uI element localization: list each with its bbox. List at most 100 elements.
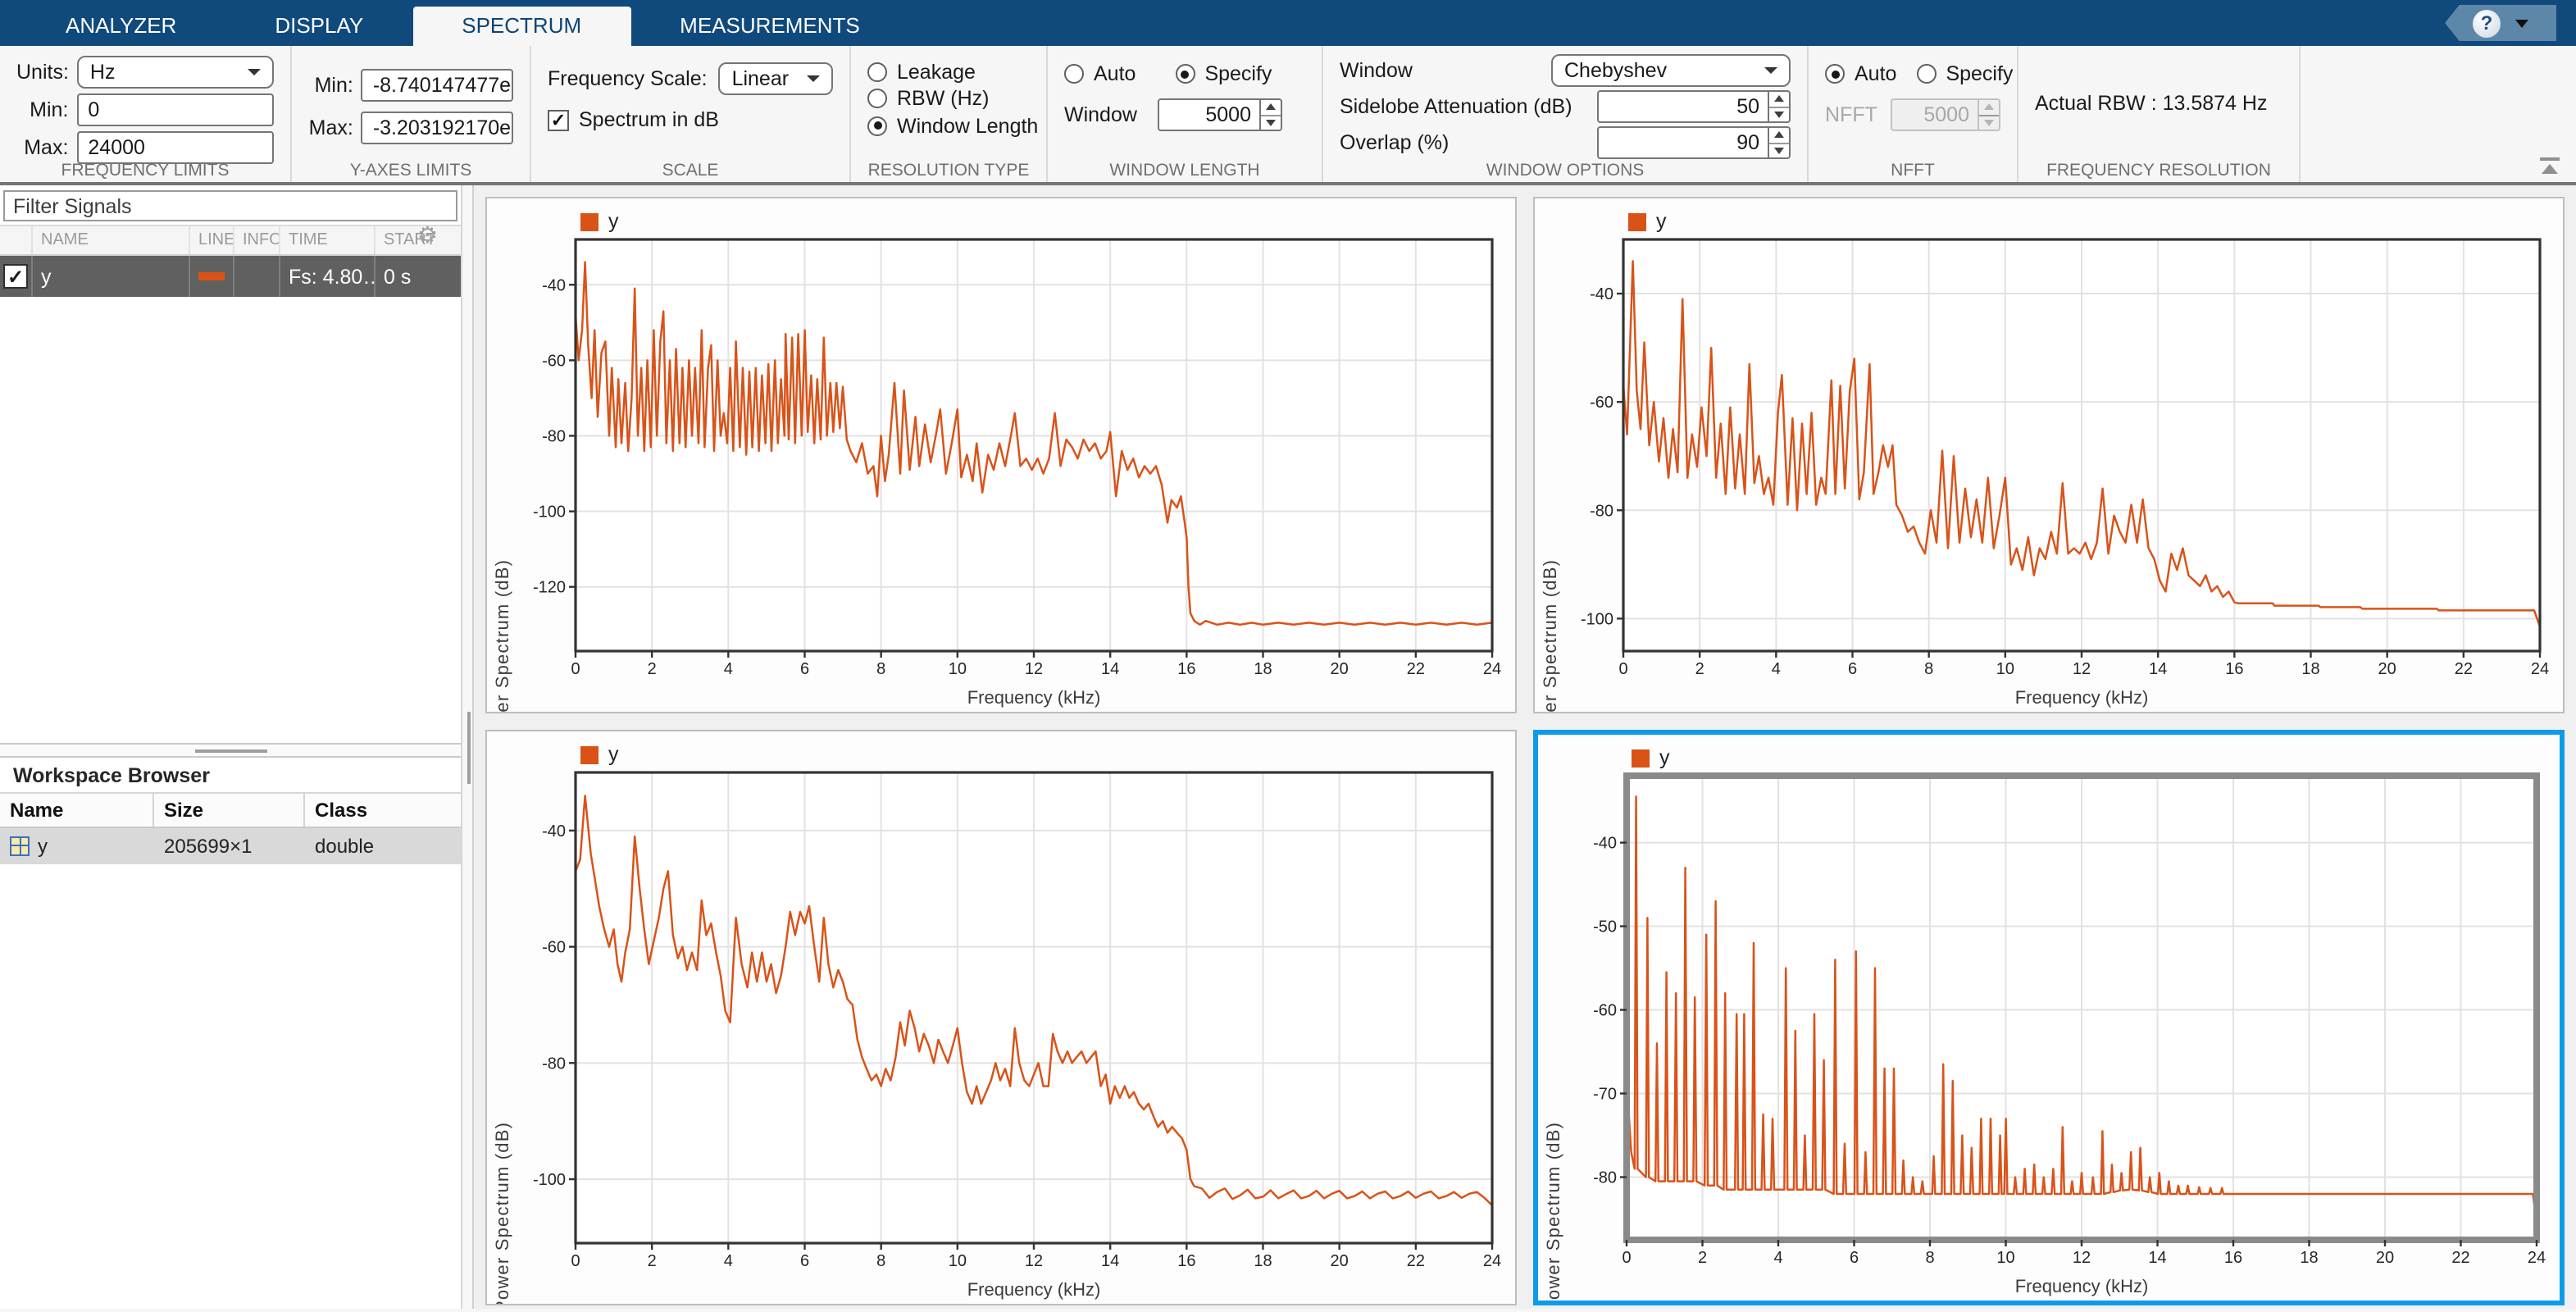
signal-list-empty-area xyxy=(0,297,461,742)
svg-text:22: 22 xyxy=(2451,1249,2469,1267)
legend-label: y xyxy=(1656,210,1667,233)
workspace-col-class[interactable]: Class xyxy=(305,793,457,826)
horizontal-splitter[interactable] xyxy=(0,742,461,757)
nfft-specify-radio[interactable] xyxy=(1916,64,1936,84)
spectrum-plot-1[interactable]: y Power Spectrum (dB) 024681012141618202… xyxy=(485,197,1517,713)
rbw-radio[interactable] xyxy=(867,89,887,108)
svg-text:-40: -40 xyxy=(542,276,566,294)
workspace-col-name[interactable]: Name xyxy=(0,793,154,826)
plot-canvas[interactable]: 024681012141618202224-120-100-80-60-40 xyxy=(526,231,1507,686)
nfft-value-label: NFFT xyxy=(1825,103,1883,126)
chevron-down-icon xyxy=(807,75,820,82)
x-axis-label: Frequency (kHz) xyxy=(576,1281,1492,1301)
spin-up-icon[interactable] xyxy=(1261,100,1281,114)
window-specify-radio[interactable] xyxy=(1175,64,1195,84)
chevron-down-icon[interactable] xyxy=(2515,19,2528,27)
overlap-value[interactable]: 90 xyxy=(1597,126,1769,159)
legend[interactable]: y xyxy=(1628,210,1667,233)
spin-down-icon[interactable] xyxy=(1769,106,1789,121)
window-auto-radio[interactable] xyxy=(1064,64,1084,84)
svg-text:14: 14 xyxy=(1101,660,1119,678)
overlap-label: Overlap (%) xyxy=(1340,131,1449,154)
tab-spectrum[interactable]: SPECTRUM xyxy=(412,7,630,46)
section-window-options: Window Chebyshev Sidelobe Attenuation (d… xyxy=(1323,46,1809,182)
units-dropdown[interactable]: Hz xyxy=(77,56,274,89)
y-min-field[interactable]: -8.740147477e+1 xyxy=(362,69,513,102)
signal-col-line[interactable]: LINE xyxy=(190,226,234,254)
spectrum-plot-2[interactable]: y Power Spectrum (dB) 024681012141618202… xyxy=(1533,197,2565,713)
signal-col-check xyxy=(0,226,33,254)
nfft-specify-label: Specify xyxy=(1946,62,2013,85)
sidelobe-value[interactable]: 50 xyxy=(1597,90,1769,123)
svg-text:24: 24 xyxy=(1483,660,1501,678)
spin-down-icon[interactable] xyxy=(1261,114,1281,130)
window-length-radio[interactable] xyxy=(867,116,887,135)
signal-col-name[interactable]: NAME xyxy=(33,226,190,254)
freq-max-label: Max: xyxy=(16,136,68,159)
table-row[interactable]: ✓ y Fs: 4.80… 0 s xyxy=(0,256,461,297)
y-max-field[interactable]: -3.203192170e+1 xyxy=(362,112,513,144)
plot-canvas[interactable]: 024681012141618202224-100-80-60-40 xyxy=(526,764,1507,1278)
spin-up-icon[interactable] xyxy=(1769,92,1789,106)
vertical-splitter[interactable] xyxy=(461,185,474,1309)
legend-swatch xyxy=(580,212,598,230)
spin-down-icon[interactable] xyxy=(1769,142,1789,157)
legend-label: y xyxy=(608,210,619,233)
units-label: Units: xyxy=(16,61,69,84)
frequency-scale-label: Frequency Scale: xyxy=(548,67,708,90)
svg-text:20: 20 xyxy=(1331,660,1349,678)
svg-text:18: 18 xyxy=(2301,660,2319,678)
nfft-auto-label: Auto xyxy=(1855,62,1896,85)
x-axis-label: Frequency (kHz) xyxy=(1623,689,2540,708)
window-length-spinner[interactable]: 5000 xyxy=(1158,98,1282,131)
legend[interactable]: y xyxy=(580,743,619,766)
collapse-toolstrip-button[interactable] xyxy=(2540,157,2560,174)
tab-display[interactable]: DISPLAY xyxy=(225,7,412,46)
svg-text:8: 8 xyxy=(876,1252,885,1270)
spectrum-in-db-checkbox[interactable]: ✓ xyxy=(548,109,569,130)
svg-text:8: 8 xyxy=(1924,660,1933,678)
plot-canvas[interactable]: 024681012141618202224-80-70-60-50-40 xyxy=(1577,768,2551,1274)
sidelobe-spinner[interactable]: 50 xyxy=(1597,90,1791,123)
window-type-dropdown[interactable]: Chebyshev xyxy=(1551,54,1791,87)
svg-text:24: 24 xyxy=(1483,1252,1501,1270)
tab-analyzer[interactable]: ANALYZER xyxy=(16,7,225,46)
freq-max-field[interactable]: 24000 xyxy=(76,131,274,164)
plot-canvas[interactable]: 024681012141618202224-100-80-60-40 xyxy=(1574,231,2555,686)
signal-checkbox[interactable]: ✓ xyxy=(3,264,28,289)
svg-text:0: 0 xyxy=(1618,660,1627,678)
spectrum-plot-4-selected[interactable]: y Power Spectrum (dB) 024681012141618202… xyxy=(1533,730,2565,1305)
legend[interactable]: y xyxy=(580,210,619,233)
signal-analyzer-window: ANALYZER DISPLAY SPECTRUM MEASUREMENTS ?… xyxy=(0,0,2576,1312)
signal-col-info[interactable]: INFO xyxy=(234,226,280,254)
table-row[interactable]: y 205699×1 double xyxy=(0,827,461,863)
frequency-scale-value: Linear xyxy=(732,67,790,90)
legend[interactable]: y xyxy=(1632,746,1670,769)
spectrum-plot-3[interactable]: y Power Spectrum (dB) 024681012141618202… xyxy=(485,730,1517,1305)
section-label-window-length: WINDOW LENGTH xyxy=(1048,161,1322,180)
section-label-window-options: WINDOW OPTIONS xyxy=(1323,161,1807,180)
rbw-label: RBW (Hz) xyxy=(897,87,990,110)
svg-text:8: 8 xyxy=(1925,1249,1934,1267)
svg-text:14: 14 xyxy=(1101,1252,1119,1270)
tab-measurements[interactable]: MEASUREMENTS xyxy=(630,7,909,46)
svg-text:-60: -60 xyxy=(1590,394,1613,412)
filter-signals-input[interactable] xyxy=(3,190,457,221)
signal-col-time[interactable]: TIME xyxy=(280,226,375,254)
help-icon[interactable]: ? xyxy=(2473,9,2501,37)
freq-min-field[interactable]: 0 xyxy=(76,93,274,126)
gear-icon[interactable]: ⚙ xyxy=(417,223,438,246)
help-button[interactable]: ? xyxy=(2445,5,2556,41)
leakage-radio[interactable] xyxy=(867,61,887,81)
actual-rbw-text: Actual RBW : 13.5874 Hz xyxy=(2035,92,2282,115)
y-axis-label: Power Spectrum (dB) xyxy=(1545,1121,1564,1305)
nfft-auto-radio[interactable] xyxy=(1825,64,1845,84)
overlap-spinner[interactable]: 90 xyxy=(1597,126,1791,159)
workspace-col-size[interactable]: Size xyxy=(154,793,305,826)
svg-text:-70: -70 xyxy=(1593,1086,1617,1104)
window-length-value[interactable]: 5000 xyxy=(1158,98,1261,131)
main-area: NAME LINE INFO TIME START ⚙ ✓ y Fs: 4.80… xyxy=(0,185,2576,1309)
frequency-scale-dropdown[interactable]: Linear xyxy=(719,62,833,95)
spin-up-icon[interactable] xyxy=(1769,128,1789,142)
svg-text:10: 10 xyxy=(1996,660,2014,678)
